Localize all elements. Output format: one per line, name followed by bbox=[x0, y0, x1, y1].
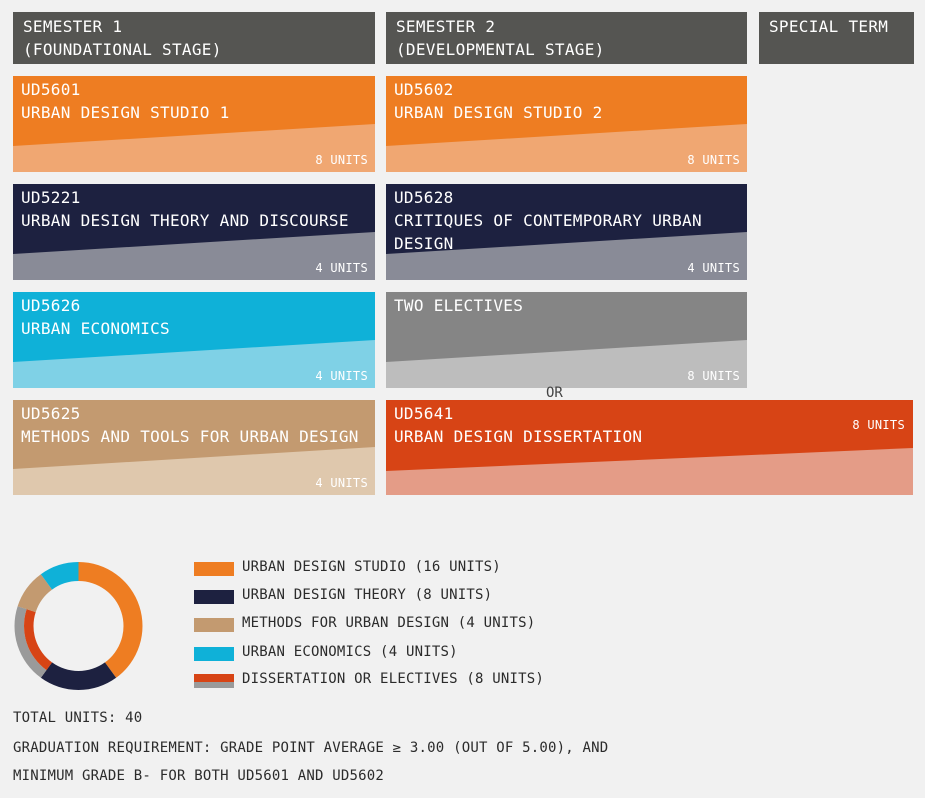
semester-2-header: SEMESTER 2 (DEVELOPMENTAL STAGE) bbox=[386, 12, 747, 64]
module-code: UD5628 bbox=[394, 188, 454, 207]
legend-label: URBAN DESIGN THEORY (8 UNITS) bbox=[242, 587, 493, 603]
module-name: TWO ELECTIVES bbox=[394, 296, 524, 315]
module-units: 4 UNITS bbox=[315, 369, 368, 383]
legend-swatch-dissertation bbox=[194, 674, 234, 688]
semester-1-header: SEMESTER 1 (FOUNDATIONAL STAGE) bbox=[13, 12, 375, 64]
module-code: UD5625 bbox=[21, 404, 81, 423]
legend-label: URBAN ECONOMICS (4 UNITS) bbox=[242, 644, 458, 660]
module-name: URBAN DESIGN THEORY AND DISCOURSE bbox=[21, 211, 349, 230]
module-units: 8 UNITS bbox=[315, 153, 368, 167]
module-code: UD5641 bbox=[394, 404, 454, 423]
legend-label: METHODS FOR URBAN DESIGN (4 UNITS) bbox=[242, 615, 536, 631]
legend-swatch-methods bbox=[194, 618, 234, 632]
module-name: URBAN DESIGN STUDIO 2 bbox=[394, 103, 603, 122]
donut-slice-urban-0 bbox=[78, 562, 143, 678]
special-term-header: SPECIAL TERM bbox=[759, 12, 914, 64]
special-term-title: SPECIAL TERM bbox=[769, 17, 889, 36]
module-units: 4 UNITS bbox=[687, 261, 740, 275]
module-ud5626: UD5626 URBAN ECONOMICS 4 UNITS bbox=[13, 292, 375, 388]
module-ud5641: UD5641 URBAN DESIGN DISSERTATION 8 UNITS bbox=[386, 400, 913, 495]
legend-label: DISSERTATION OR ELECTIVES (8 UNITS) bbox=[242, 671, 545, 687]
module-units: 4 UNITS bbox=[315, 476, 368, 490]
legend-label: URBAN DESIGN STUDIO (16 UNITS) bbox=[242, 559, 501, 575]
module-name: URBAN DESIGN DISSERTATION bbox=[394, 427, 643, 446]
module-name: URBAN ECONOMICS bbox=[21, 319, 170, 338]
semester-2-title: SEMESTER 2 bbox=[396, 17, 496, 36]
module-code: UD5602 bbox=[394, 80, 454, 99]
module-name: URBAN DESIGN STUDIO 1 bbox=[21, 103, 230, 122]
module-units: 8 UNITS bbox=[687, 369, 740, 383]
module-ud5602: UD5602 URBAN DESIGN STUDIO 2 8 UNITS bbox=[386, 76, 747, 172]
module-code: UD5601 bbox=[21, 80, 81, 99]
semester-2-stage: (DEVELOPMENTAL STAGE) bbox=[396, 40, 605, 59]
or-label: OR bbox=[546, 385, 563, 401]
legend-swatch-economics bbox=[194, 647, 234, 661]
module-name: METHODS AND TOOLS FOR URBAN DESIGN bbox=[21, 427, 359, 446]
module-name: CRITIQUES OF CONTEMPORARY URBAN DESIGN bbox=[394, 211, 702, 253]
graduation-requirement-line-2: MINIMUM GRADE B- FOR BOTH UD5601 AND UD5… bbox=[13, 768, 385, 784]
donut-slice-urban-1 bbox=[40, 662, 117, 690]
graduation-requirement-line-1: GRADUATION REQUIREMENT: GRADE POINT AVER… bbox=[13, 740, 609, 756]
module-ud5601: UD5601 URBAN DESIGN STUDIO 1 8 UNITS bbox=[13, 76, 375, 172]
module-code: UD5626 bbox=[21, 296, 81, 315]
total-units: TOTAL UNITS: 40 bbox=[13, 710, 143, 726]
module-two-electives: TWO ELECTIVES 8 UNITS bbox=[386, 292, 747, 388]
legend-swatch-theory bbox=[194, 590, 234, 604]
units-donut-chart bbox=[14, 562, 143, 690]
module-ud5625: UD5625 METHODS AND TOOLS FOR URBAN DESIG… bbox=[13, 400, 375, 495]
module-units: 8 UNITS bbox=[852, 418, 905, 432]
module-code: UD5221 bbox=[21, 188, 81, 207]
module-ud5221: UD5221 URBAN DESIGN THEORY AND DISCOURSE… bbox=[13, 184, 375, 280]
module-units: 4 UNITS bbox=[315, 261, 368, 275]
semester-1-stage: (FOUNDATIONAL STAGE) bbox=[23, 40, 222, 59]
module-units: 8 UNITS bbox=[687, 153, 740, 167]
legend-swatch-studio bbox=[194, 562, 234, 576]
module-ud5628: UD5628 CRITIQUES OF CONTEMPORARY URBAN D… bbox=[386, 184, 747, 280]
semester-1-title: SEMESTER 1 bbox=[23, 17, 123, 36]
